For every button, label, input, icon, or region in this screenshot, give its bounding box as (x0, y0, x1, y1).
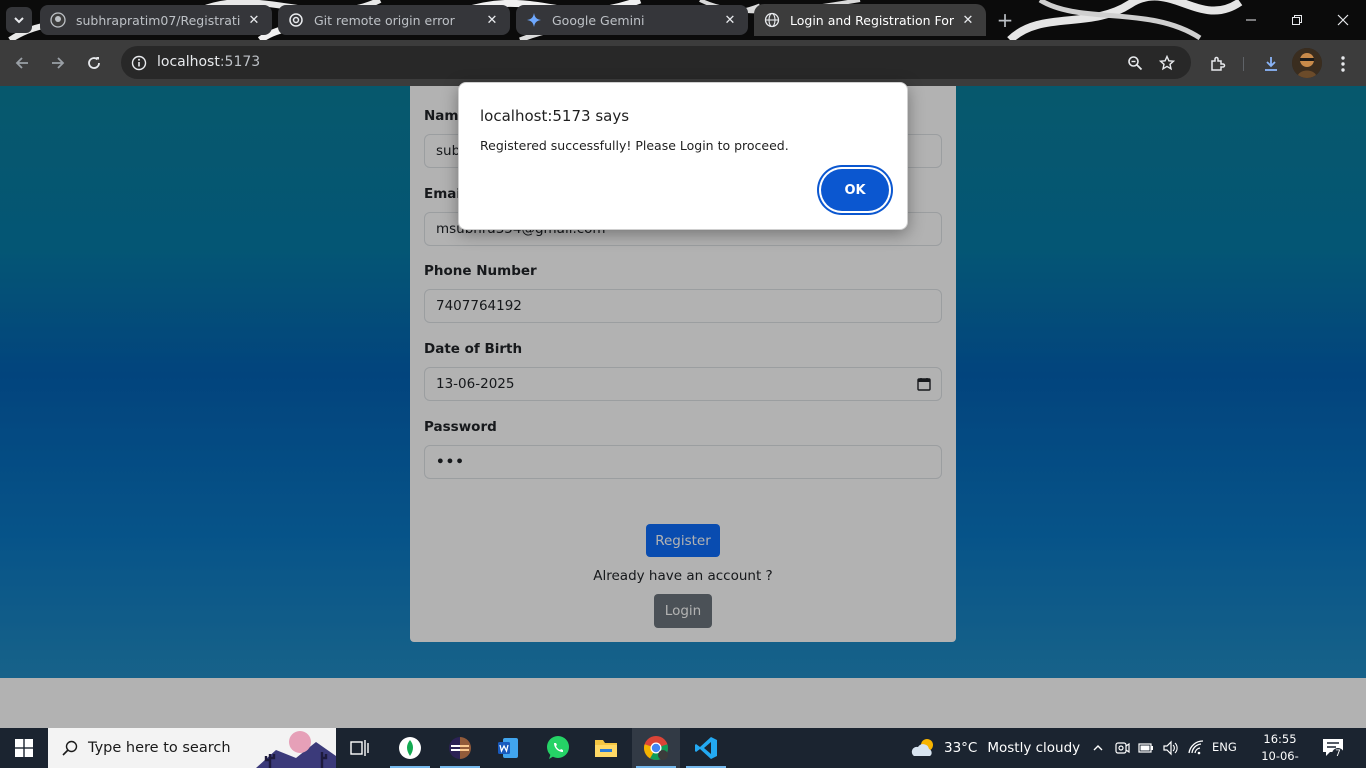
extensions-puzzle-icon[interactable] (1206, 52, 1230, 76)
notification-center-button[interactable]: 7 (1322, 738, 1346, 760)
tab-login-registration[interactable]: Login and Registration Form ✕ (754, 4, 986, 36)
minimize-icon (1246, 19, 1256, 21)
tab-title: Google Gemini (552, 12, 645, 28)
mongodb-compass-icon (399, 737, 421, 759)
clock-time: 16:55 (1263, 732, 1297, 746)
close-icon[interactable]: ✕ (960, 12, 976, 28)
taskbar-app-file-explorer[interactable] (582, 728, 630, 768)
profile-avatar[interactable] (1292, 48, 1322, 78)
alert-title: localhost:5173 says (480, 107, 630, 125)
word-icon (498, 738, 518, 758)
task-view-button[interactable] (336, 728, 384, 768)
download-icon[interactable] (1259, 52, 1283, 76)
search-highlight-art (256, 728, 336, 768)
restore-icon (1292, 15, 1302, 25)
battery-icon[interactable] (1136, 738, 1156, 758)
weather-widget[interactable]: 33°C Mostly cloudy (910, 728, 1080, 768)
tab-search-button[interactable] (6, 7, 32, 33)
file-explorer-icon (595, 740, 617, 757)
search-placeholder: Type here to search (88, 740, 231, 756)
tab-github[interactable]: subhrapratim07/RegistrationLo ✕ (40, 5, 272, 35)
weather-temperature: 33°C (944, 740, 978, 756)
forward-button[interactable] (45, 50, 71, 76)
tab-title: Git remote origin error (314, 12, 455, 28)
task-view-icon (350, 740, 369, 756)
chevron-down-icon (14, 17, 24, 24)
taskbar-app-whatsapp[interactable] (534, 728, 582, 768)
eclipse-icon (449, 737, 471, 759)
close-icon[interactable]: ✕ (722, 12, 738, 28)
whatsapp-icon (547, 736, 569, 759)
taskbar-app-vscode[interactable] (682, 728, 730, 768)
taskbar-clock[interactable]: 16:55 10-06-2025 (1248, 731, 1312, 768)
chrome-icon (644, 736, 668, 760)
browser-toolbar: localhost:5173 (0, 40, 1366, 86)
gemini-icon (526, 12, 542, 28)
windows-taskbar: Type here to search 33°C Mostly cloudy E… (0, 728, 1366, 768)
windows-logo-icon (15, 739, 33, 757)
arrow-right-icon (52, 57, 65, 69)
arrow-left-icon (15, 57, 28, 69)
reload-button[interactable] (81, 50, 107, 76)
close-window-button[interactable] (1320, 0, 1366, 40)
chevron-up-icon[interactable] (1088, 738, 1108, 758)
url-text: localhost:5173 (157, 54, 260, 70)
url-port: :5173 (219, 54, 261, 70)
tab-title: Login and Registration Form (790, 12, 954, 28)
taskbar-app-mongodb-compass[interactable] (386, 728, 434, 768)
back-button[interactable] (9, 50, 35, 76)
ok-button[interactable]: OK (821, 169, 889, 211)
taskbar-app-eclipse[interactable] (436, 728, 484, 768)
restore-button[interactable] (1274, 0, 1320, 40)
alert-dialog: localhost:5173 says Registered successfu… (458, 82, 908, 230)
zoom-icon[interactable] (1125, 53, 1145, 73)
notification-count: 7 (1332, 748, 1344, 760)
close-icon[interactable]: ✕ (246, 12, 262, 28)
more-menu-icon[interactable] (1331, 52, 1355, 76)
new-tab-button[interactable]: + (992, 8, 1018, 32)
partly-cloudy-icon (911, 739, 933, 756)
chatgpt-icon (288, 12, 304, 28)
wifi-icon[interactable] (1186, 738, 1206, 758)
browser-tab-strip: subhrapratim07/RegistrationLo ✕ Git remo… (0, 0, 1366, 40)
address-bar[interactable]: localhost:5173 (121, 46, 1191, 79)
tab-title: subhrapratim07/RegistrationLo (76, 12, 240, 28)
clock-date: 10-06-2025 (1261, 749, 1299, 768)
close-icon (1337, 14, 1349, 26)
camera-icon[interactable] (1112, 738, 1132, 758)
github-icon (50, 12, 66, 28)
taskbar-app-word[interactable] (484, 728, 532, 768)
taskbar-search-box[interactable]: Type here to search (48, 728, 336, 768)
globe-icon (764, 12, 780, 28)
weather-condition: Mostly cloudy (987, 740, 1081, 756)
close-icon[interactable]: ✕ (484, 12, 500, 28)
vscode-icon (695, 737, 717, 759)
search-icon (60, 738, 80, 758)
volume-icon[interactable] (1160, 738, 1180, 758)
bookmark-star-icon[interactable] (1157, 53, 1177, 73)
start-button[interactable] (0, 728, 48, 768)
minimize-button[interactable] (1228, 0, 1274, 40)
alert-message: Registered successfully! Please Login to… (480, 138, 789, 153)
site-info-icon[interactable] (129, 53, 149, 73)
reload-icon (88, 57, 100, 69)
tab-chatgpt[interactable]: Git remote origin error ✕ (278, 5, 510, 35)
url-host: localhost (157, 54, 220, 70)
toolbar-divider (1243, 57, 1244, 71)
language-indicator[interactable]: ENG (1212, 740, 1237, 754)
tab-gemini[interactable]: Google Gemini ✕ (516, 5, 748, 35)
taskbar-app-chrome[interactable] (632, 728, 680, 768)
